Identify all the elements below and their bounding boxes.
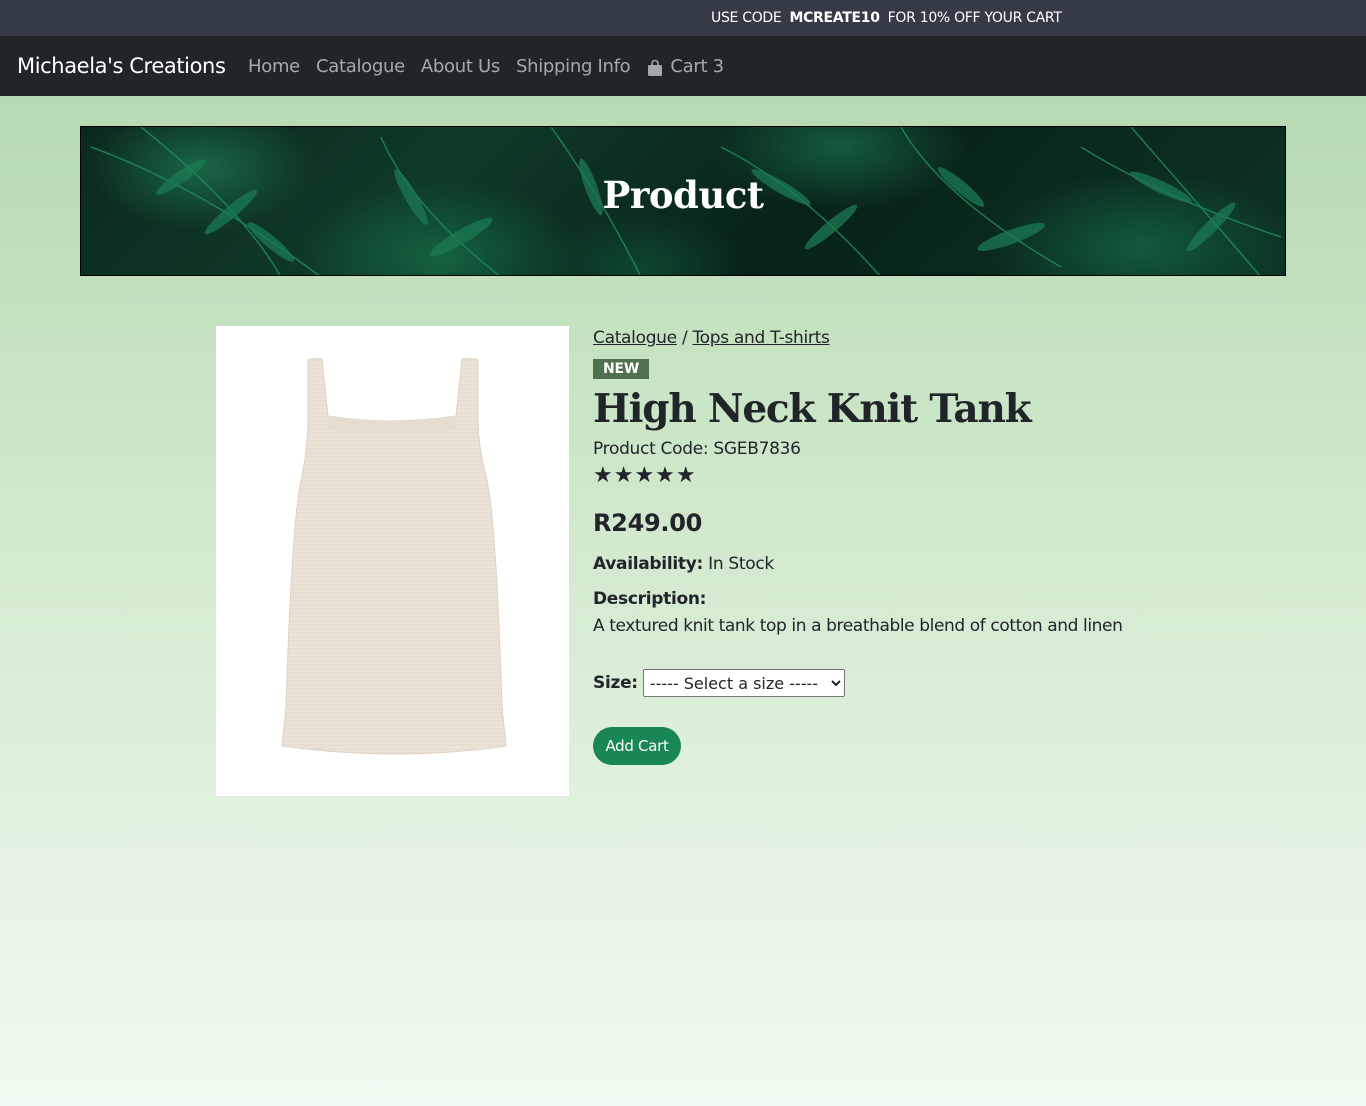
- product-code: Product Code: SGEB7836: [593, 439, 801, 459]
- description-text: A textured knit tank top in a breathable…: [593, 616, 1123, 636]
- promo-text: USE CODE MCREATE10 FOR 10% OFF YOUR CART: [711, 10, 1062, 26]
- promo-bar: USE CODE MCREATE10 FOR 10% OFF YOUR CART: [0, 0, 1366, 36]
- availability: Availability: In Stock: [593, 554, 774, 574]
- add-cart-button[interactable]: Add Cart: [593, 727, 681, 765]
- cart-label: Cart 3: [670, 56, 724, 77]
- nav-links: Home Catalogue About Us Shipping Info Ca…: [248, 56, 724, 77]
- promo-prefix: USE CODE: [711, 10, 782, 26]
- nav-link-about-us[interactable]: About Us: [421, 56, 500, 77]
- breadcrumb: Catalogue / Tops and T-shirts: [593, 328, 1193, 348]
- new-badge: NEW: [593, 359, 650, 379]
- page-title: Product: [602, 173, 764, 217]
- hero-banner: Product: [80, 126, 1286, 276]
- nav-link-home[interactable]: Home: [248, 56, 300, 77]
- nav-link-shipping-info[interactable]: Shipping Info: [516, 56, 631, 77]
- breadcrumb-separator: /: [681, 328, 688, 348]
- product-price: R249.00: [593, 509, 702, 537]
- promo-suffix: FOR 10% OFF YOUR CART: [887, 10, 1062, 26]
- breadcrumb-tops-and-tshirts[interactable]: Tops and T-shirts: [692, 328, 829, 348]
- size-label: Size:: [593, 673, 638, 693]
- tank-top-image: [281, 358, 507, 755]
- nav-link-catalogue[interactable]: Catalogue: [316, 56, 405, 77]
- product-details: Catalogue / Tops and T-shirts NEW High N…: [593, 328, 1193, 765]
- brand-logo[interactable]: Michaela's Creations: [17, 54, 226, 78]
- availability-value: In Stock: [708, 554, 774, 574]
- size-select[interactable]: ----- Select a size -----: [642, 669, 845, 697]
- rating-stars: ★★★★★: [593, 463, 697, 488]
- availability-label: Availability:: [593, 554, 703, 574]
- promo-code: MCREATE10: [789, 10, 880, 26]
- shopping-bag-icon: [646, 59, 664, 77]
- product-title: High Neck Knit Tank: [593, 386, 1032, 432]
- description-label: Description:: [593, 589, 707, 609]
- nav-link-cart[interactable]: Cart 3: [646, 56, 724, 77]
- navbar: Michaela's Creations Home Catalogue Abou…: [0, 36, 1366, 96]
- size-row: Size: ----- Select a size -----: [593, 669, 845, 697]
- product-image: [216, 326, 569, 796]
- breadcrumb-catalogue[interactable]: Catalogue: [593, 328, 677, 348]
